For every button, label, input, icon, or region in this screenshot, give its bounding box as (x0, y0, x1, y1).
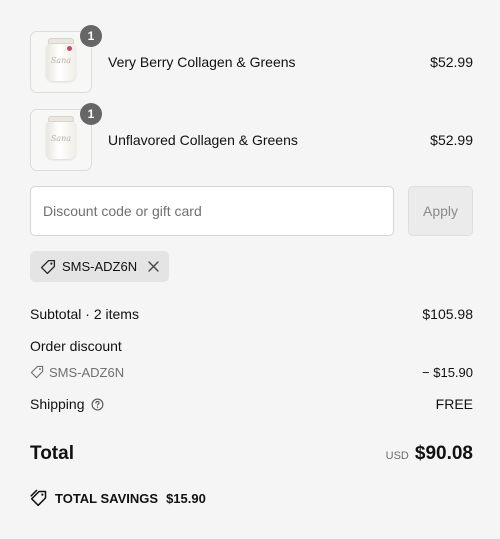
tag-icon (40, 259, 56, 274)
tags-icon (30, 489, 47, 507)
subtotal-label: Subtotal · 2 items (30, 306, 139, 322)
shipping-row: Shipping FREE (30, 394, 473, 414)
shipping-label: Shipping (30, 396, 85, 412)
collagen-jar-icon: Sana (46, 38, 76, 81)
discount-value: − $15.90 (422, 364, 473, 380)
product-price: $52.99 (430, 132, 473, 148)
total-label: Total (30, 443, 74, 464)
product-name: Very Berry Collagen & Greens (108, 54, 296, 70)
order-summary: Sana 1 Very Berry Collagen & Greens $52.… (30, 25, 473, 507)
savings-label: TOTAL SAVINGS (55, 490, 159, 506)
tag-icon (30, 365, 44, 379)
discount-form: Apply (30, 186, 473, 236)
quantity-badge: 1 (80, 25, 102, 47)
quantity-badge: 1 (80, 103, 102, 125)
total-savings: TOTAL SAVINGS $15.90 (30, 489, 473, 507)
product-price: $52.99 (430, 54, 473, 70)
apply-button[interactable]: Apply (408, 186, 473, 236)
product-thumbnail: Sana 1 (30, 103, 102, 171)
product-name: Unflavored Collagen & Greens (108, 132, 298, 148)
subtotal-value: $105.98 (422, 306, 473, 322)
help-icon[interactable] (91, 398, 104, 411)
product-thumbnail: Sana 1 (30, 25, 102, 93)
line-item: Sana 1 Very Berry Collagen & Greens $52.… (30, 25, 473, 94)
subtotal-row: Subtotal · 2 items $105.98 (30, 304, 473, 324)
close-icon[interactable] (147, 260, 160, 273)
currency-code: USD (385, 450, 409, 462)
discount-code-row: SMS-ADZ6N − $15.90 (30, 362, 473, 382)
applied-discount-code: SMS-ADZ6N (62, 259, 138, 274)
line-item: Sana 1 Unflavored Collagen & Greens $52.… (30, 103, 473, 172)
order-discount-label: Order discount (30, 338, 122, 354)
shipping-value: FREE (435, 396, 473, 412)
collagen-jar-icon: Sana (46, 116, 76, 159)
total-row: Total USD $90.08 (30, 439, 473, 469)
total-value: $90.08 (414, 443, 473, 464)
discount-code-label: SMS-ADZ6N (49, 364, 125, 380)
applied-discount-chip: SMS-ADZ6N (30, 251, 170, 282)
cost-summary: Subtotal · 2 items $105.98 Order discoun… (30, 304, 473, 507)
discount-code-input[interactable] (30, 186, 394, 236)
order-discount-row: Order discount (30, 336, 473, 356)
savings-value: $15.90 (166, 490, 206, 506)
